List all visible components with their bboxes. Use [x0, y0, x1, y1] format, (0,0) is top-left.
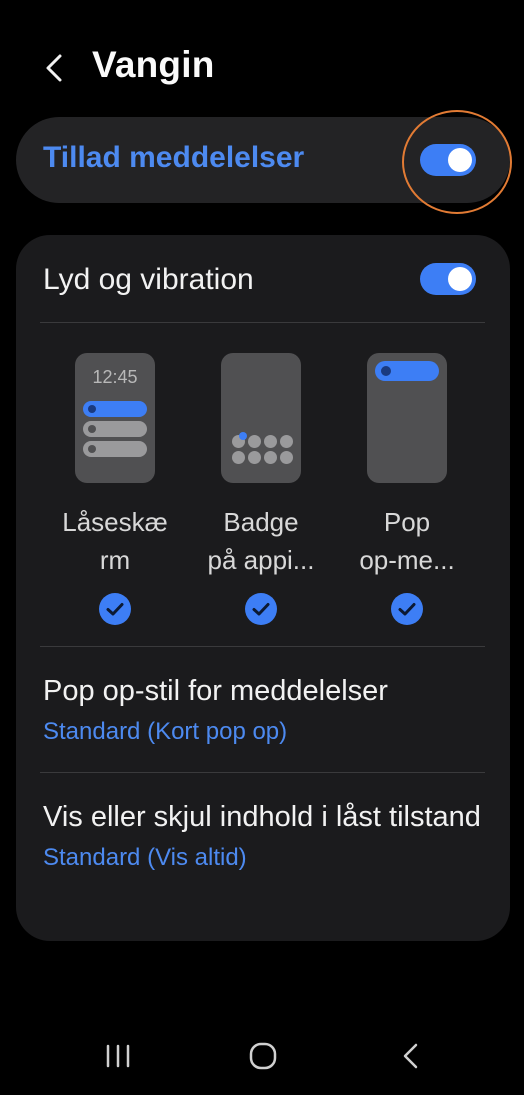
divider	[40, 772, 485, 773]
chevron-left-icon	[46, 54, 62, 82]
preview-notification-bar	[83, 421, 147, 437]
badge-preview	[221, 353, 301, 483]
home-button[interactable]	[241, 1038, 285, 1074]
check-icon[interactable]	[391, 593, 423, 625]
preview-notification-bar	[83, 401, 147, 417]
lock-content-title: Vis eller skjul indhold i låst tilstand	[43, 801, 481, 833]
preview-popup-bar	[375, 361, 439, 381]
badge-dot	[239, 432, 247, 440]
lock-content-item[interactable]: Vis eller skjul indhold i låst tilstand …	[43, 796, 483, 875]
recents-icon	[106, 1044, 130, 1068]
lockscreen-preview: 12:45	[75, 353, 155, 483]
style-option-label: Pop op-me...	[359, 507, 455, 575]
recents-button[interactable]	[96, 1038, 140, 1074]
back-button[interactable]	[36, 48, 76, 88]
sound-vibration-toggle[interactable]	[420, 263, 476, 295]
toggle-knob	[448, 267, 472, 291]
allow-notifications-label: Tillad meddelelser	[43, 141, 305, 174]
divider	[40, 322, 485, 323]
header: Vangin	[0, 30, 524, 106]
style-option-label: Låseskæ rm	[62, 507, 168, 575]
popup-style-value: Standard (Kort pop op)	[43, 718, 288, 745]
home-icon	[249, 1042, 277, 1070]
popup-preview	[367, 353, 447, 483]
back-icon	[403, 1043, 418, 1069]
check-icon[interactable]	[245, 593, 277, 625]
popup-style-title: Pop op-stil for meddelelser	[43, 675, 388, 707]
page-title: Vangin	[92, 44, 215, 85]
check-icon[interactable]	[99, 593, 131, 625]
settings-card: Lyd og vibration 12:45 Låseskæ rm Badge …	[16, 235, 510, 941]
style-option-label: Badge på appi...	[207, 507, 315, 575]
preview-time: 12:45	[92, 367, 138, 387]
lock-content-value: Standard (Vis altid)	[43, 844, 247, 871]
highlight-ring	[402, 110, 512, 214]
sound-vibration-label: Lyd og vibration	[43, 263, 254, 296]
preview-notification-bar	[83, 441, 147, 457]
nav-back-button[interactable]	[388, 1038, 432, 1074]
popup-style-item[interactable]: Pop op-stil for meddelelser Standard (Ko…	[43, 670, 483, 749]
navigation-bar	[0, 1028, 524, 1084]
divider	[40, 646, 485, 647]
